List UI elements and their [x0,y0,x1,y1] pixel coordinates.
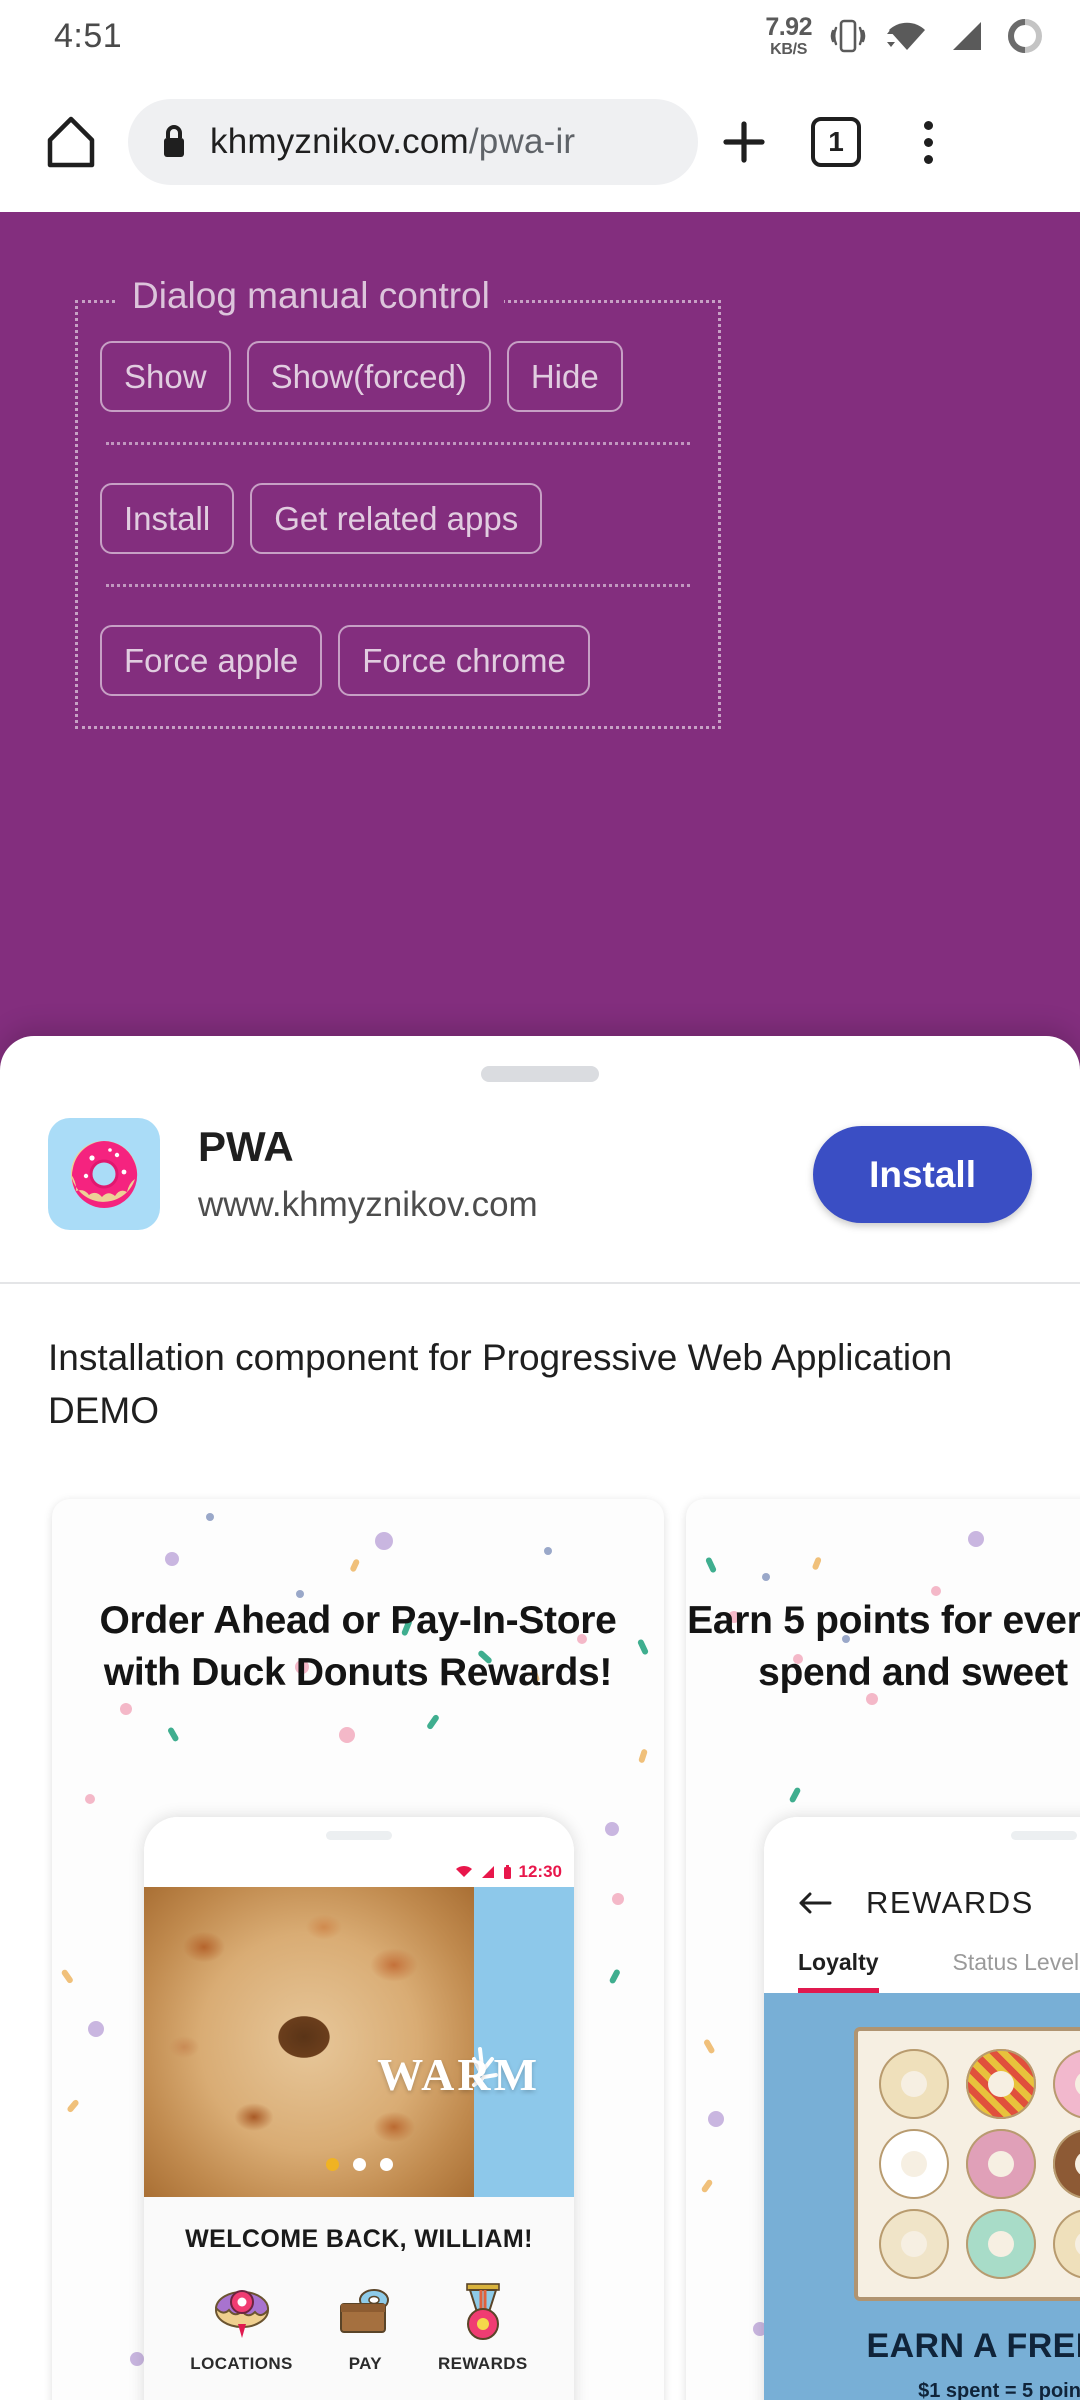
phone-signal-icon [481,1866,494,1879]
quick-action-pay[interactable]: PAY [333,2280,397,2374]
install-page-button[interactable]: Install [100,483,235,554]
location-donut-icon [214,2290,269,2339]
phone-notch [764,1817,1080,1858]
app-icon [48,1118,160,1230]
url-path: /pwa-ir [468,122,576,161]
phone-body: WELCOME BACK, WILLIAM! LOCATIONS PAY REW… [144,2197,574,2400]
hero-carousel-dots[interactable] [144,2158,574,2172]
phone-rewards-stage: EARN A FREE TREAT $1 spent = 5 points ea… [764,1993,1080,2400]
browser-toolbar: khmyznikov.com/pwa-ir 1 [0,72,1080,212]
sheet-drag-handle[interactable] [481,1066,599,1082]
phone-status-bar: 12:30 [144,1857,574,1888]
welcome-message: WELCOME BACK, WILLIAM! [185,2225,533,2254]
control-row-1: Show Show(forced) Hide [100,303,696,412]
phone-clock: 12:30 [518,1862,562,1882]
quick-actions: LOCATIONS PAY REWARDS [144,2254,574,2374]
fieldset-legend: Dialog manual control [118,275,504,317]
phone-notch [144,1817,574,1858]
hide-button[interactable]: Hide [506,341,623,412]
home-icon [47,116,95,168]
wallet-donut-icon [340,2289,390,2334]
donut-box-illustration [854,2027,1080,2302]
network-speed-unit: KB/S [770,40,808,58]
show-forced-button[interactable]: Show(forced) [246,341,491,412]
tab-loyalty[interactable]: Loyalty [798,1949,879,1994]
url-text: khmyznikov.com/pwa-ir [210,122,575,162]
phone-hero-image: WARM [144,1887,574,2198]
app-origin: www.khmyznikov.com [198,1185,538,1225]
quick-action-label: LOCATIONS [190,2354,293,2374]
phone-screen: 4:51 7.92 KB/S khmyznikov.com/pwa-ir 1 D… [0,0,1080,2400]
tab-count: 1 [811,117,861,167]
rewards-headline: EARN A FREE TREAT [866,2327,1080,2366]
home-button[interactable] [28,99,114,185]
medal-donut-icon [466,2283,500,2341]
status-bar: 4:51 7.92 KB/S [0,0,1080,72]
screenshot-card[interactable]: Order Ahead or Pay-In-Store with Duck Do… [52,1499,664,2400]
new-tab-button[interactable] [698,99,790,185]
force-apple-button[interactable]: Force apple [100,625,323,696]
pwa-install-sheet: PWA www.khmyznikov.com Install Installat… [0,1036,1080,2400]
battery-ring-icon [1008,19,1042,53]
control-row-3: Force apple Force chrome [100,587,696,696]
browser-menu-button[interactable] [882,99,974,185]
dialog-manual-control-fieldset: Dialog manual control Show Show(forced) … [75,275,721,729]
quick-action-rewards[interactable]: REWARDS [438,2280,528,2374]
lock-icon [164,125,184,157]
screenshot-caption: Earn 5 points for every dollar you spend… [687,1599,1080,1694]
phone-mockup: REWARDS Loyalty Status Levels EARN A FRE… [764,1817,1080,2400]
screenshot-card[interactable]: Earn 5 points for every dollar you spend… [686,1499,1080,2400]
sheet-header: PWA www.khmyznikov.com Install [0,1082,1080,1230]
tab-switcher-button[interactable]: 1 [790,99,882,185]
donut-app-icon [70,1141,138,1208]
quick-action-label: REWARDS [437,2354,528,2374]
force-chrome-button[interactable]: Force chrome [338,625,590,696]
hero-caption: WARM [377,2049,540,2101]
app-title: PWA [198,1122,294,1170]
rewards-subline: $1 spent = 5 points earned [918,2380,1080,2400]
install-button[interactable]: Install [813,1125,1032,1223]
network-speed-value: 7.92 [765,12,812,41]
phone-tabs: Loyalty Status Levels [764,1949,1080,1994]
plus-icon [723,121,765,163]
web-page-content: Dialog manual control Show Show(forced) … [0,212,1080,2400]
url-host: khmyznikov.com [210,122,469,161]
get-related-apps-button[interactable]: Get related apps [250,483,543,554]
bacon-donut-photo [144,1887,474,2198]
vibrate-icon [830,19,866,53]
status-clock: 4:51 [54,16,123,55]
tab-status-levels[interactable]: Status Levels [953,1949,1080,1993]
show-button[interactable]: Show [100,341,231,412]
app-meta: PWA www.khmyznikov.com [198,1123,813,1226]
screenshot-carousel[interactable]: Order Ahead or Pay-In-Store with Duck Do… [0,1437,1080,2400]
address-bar[interactable]: khmyznikov.com/pwa-ir [128,99,698,185]
network-speed-indicator: 7.92 KB/S [765,12,812,58]
wifi-icon [887,22,925,50]
phone-battery-icon [503,1864,511,1879]
back-arrow-icon[interactable] [798,1890,832,1916]
quick-action-label: PAY [348,2354,383,2374]
screenshot-caption: Order Ahead or Pay-In-Store with Duck Do… [99,1599,617,1694]
phone-mockup: 12:30 WARM WELCOME BACK, WILLIAM! LOCATI… [144,1817,574,2400]
kebab-menu-icon [923,120,933,164]
phone-app-bar: REWARDS [764,1857,1080,1950]
control-row-2: Install Get related apps [100,445,696,554]
app-description: Installation component for Progressive W… [48,1337,953,1431]
cellular-signal-icon [953,22,981,50]
phone-wifi-icon [455,1866,472,1878]
status-icons: 7.92 KB/S [765,12,1046,58]
quick-action-locations[interactable]: LOCATIONS [190,2280,292,2374]
phone-screen-title: REWARDS [866,1885,1034,1921]
